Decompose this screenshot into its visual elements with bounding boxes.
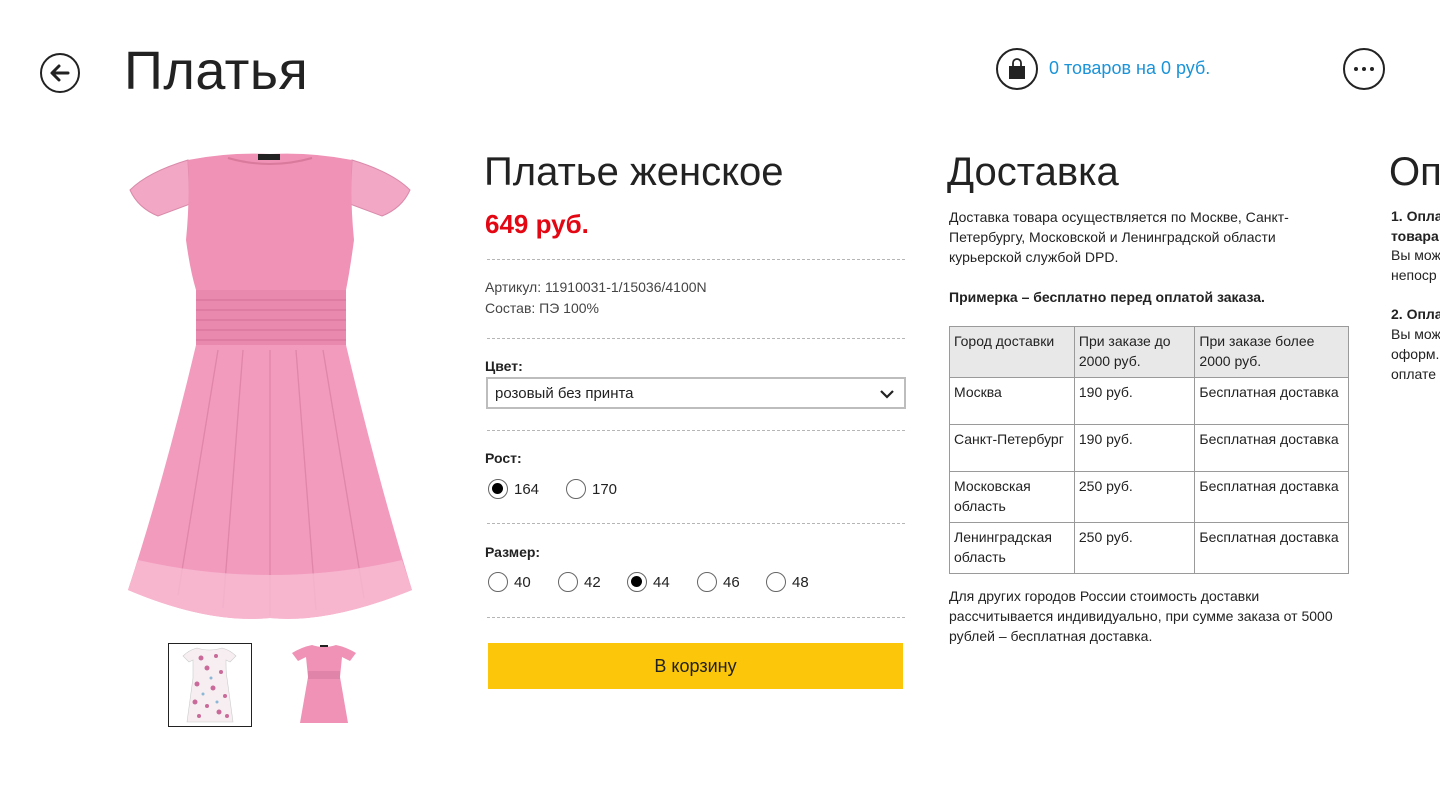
color-label: Цвет: <box>485 358 523 374</box>
table-cell: Бесплатная доставка <box>1194 424 1349 472</box>
height-option-170[interactable]: 170 <box>566 478 617 500</box>
color-select[interactable]: розовый без принта <box>486 377 906 409</box>
table-cell: Ленинградская область <box>949 522 1075 574</box>
delivery-intro: Доставка товара осуществляется по Москве… <box>949 209 1289 265</box>
radio-empty-icon <box>766 572 786 592</box>
radio-empty-icon <box>488 572 508 592</box>
height-option-label: 170 <box>592 480 618 498</box>
table-cell: 190 руб. <box>1073 424 1196 472</box>
table-header-cell: При заказе более 2000 руб. <box>1194 326 1349 378</box>
payment-line: товара <box>1391 228 1439 244</box>
table-cell: Санкт-Петербург <box>949 424 1075 472</box>
radio-empty-icon <box>697 572 717 592</box>
divider <box>487 259 905 260</box>
table-cell: Бесплатная доставка <box>1194 377 1349 425</box>
payment-title: Оп <box>1389 150 1440 194</box>
dot-icon <box>1362 67 1366 71</box>
divider <box>487 430 905 431</box>
delivery-fitting-note: Примерка – бесплатно перед оплатой заказ… <box>949 289 1265 305</box>
product-main-image <box>128 150 412 624</box>
payment-line: 2. Опла <box>1391 306 1440 322</box>
delivery-title: Доставка <box>947 150 1119 194</box>
back-button[interactable] <box>40 53 80 93</box>
color-select-value: розовый без принта <box>495 385 634 402</box>
product-article: Артикул: 11910031-1/15036/4100N <box>485 279 707 295</box>
payment-line: оплате <box>1391 366 1437 382</box>
table-row: Московская область 250 руб. Бесплатная д… <box>949 471 1349 523</box>
delivery-other-cities: Для других городов России стоимость дост… <box>949 588 1333 644</box>
size-option-44[interactable]: 44 <box>627 571 670 593</box>
table-row: Ленинградская область 250 руб. Бесплатна… <box>949 522 1349 574</box>
size-option-label: 48 <box>792 573 809 591</box>
size-option-label: 46 <box>723 573 740 591</box>
payment-line: 1. Опла <box>1391 208 1440 224</box>
divider <box>487 617 905 618</box>
table-cell: Бесплатная доставка <box>1194 522 1349 574</box>
table-header-row: Город доставки При заказе до 2000 руб. П… <box>949 326 1349 378</box>
size-option-label: 40 <box>514 573 531 591</box>
divider <box>487 523 905 524</box>
payment-line: Вы мож <box>1391 247 1440 263</box>
thumbnail-pink[interactable] <box>282 643 366 727</box>
payment-line: непоср <box>1391 267 1437 283</box>
height-label: Рост: <box>485 450 522 466</box>
table-row: Санкт-Петербург 190 руб. Бесплатная дост… <box>949 424 1349 472</box>
radio-empty-icon <box>566 479 586 499</box>
chevron-down-icon <box>880 390 894 399</box>
thumbnail-floral[interactable] <box>168 643 252 727</box>
dot-icon <box>1370 67 1374 71</box>
height-option-label: 164 <box>514 480 540 498</box>
product-composition: Состав: ПЭ 100% <box>485 300 599 316</box>
table-row: Москва 190 руб. Бесплатная доставка <box>949 377 1349 425</box>
delivery-table: Город доставки При заказе до 2000 руб. П… <box>949 326 1349 574</box>
table-cell: 250 руб. <box>1073 522 1196 574</box>
dot-icon <box>1354 67 1358 71</box>
table-cell: 190 руб. <box>1073 377 1196 425</box>
page-title: Платья <box>124 41 309 101</box>
size-option-42[interactable]: 42 <box>558 571 601 593</box>
arrow-left-icon <box>50 64 70 82</box>
shopping-bag-icon[interactable] <box>996 48 1038 90</box>
size-option-46[interactable]: 46 <box>697 571 740 593</box>
payment-line: оформ. <box>1391 346 1440 362</box>
payment-line: Вы мож <box>1391 326 1440 342</box>
table-header-cell: Город доставки <box>949 326 1075 378</box>
size-option-label: 42 <box>584 573 601 591</box>
product-price: 649 руб. <box>485 209 589 239</box>
size-option-40[interactable]: 40 <box>488 571 531 593</box>
table-cell: Бесплатная доставка <box>1194 471 1349 523</box>
more-options-button[interactable] <box>1343 48 1385 90</box>
add-to-cart-button[interactable]: В корзину <box>488 643 903 689</box>
table-header-cell: При заказе до 2000 руб. <box>1073 326 1196 378</box>
radio-empty-icon <box>558 572 578 592</box>
product-title: Платье женское <box>484 150 784 194</box>
height-option-164[interactable]: 164 <box>488 478 539 500</box>
radio-selected-icon <box>627 572 647 592</box>
table-cell: 250 руб. <box>1073 471 1196 523</box>
size-label: Размер: <box>485 544 541 560</box>
table-cell: Московская область <box>949 471 1075 523</box>
table-cell: Москва <box>949 377 1075 425</box>
radio-selected-icon <box>488 479 508 499</box>
size-option-48[interactable]: 48 <box>766 571 809 593</box>
divider <box>487 338 905 339</box>
size-option-label: 44 <box>653 573 670 591</box>
cart-summary-link[interactable]: 0 товаров на 0 руб. <box>1049 58 1210 79</box>
